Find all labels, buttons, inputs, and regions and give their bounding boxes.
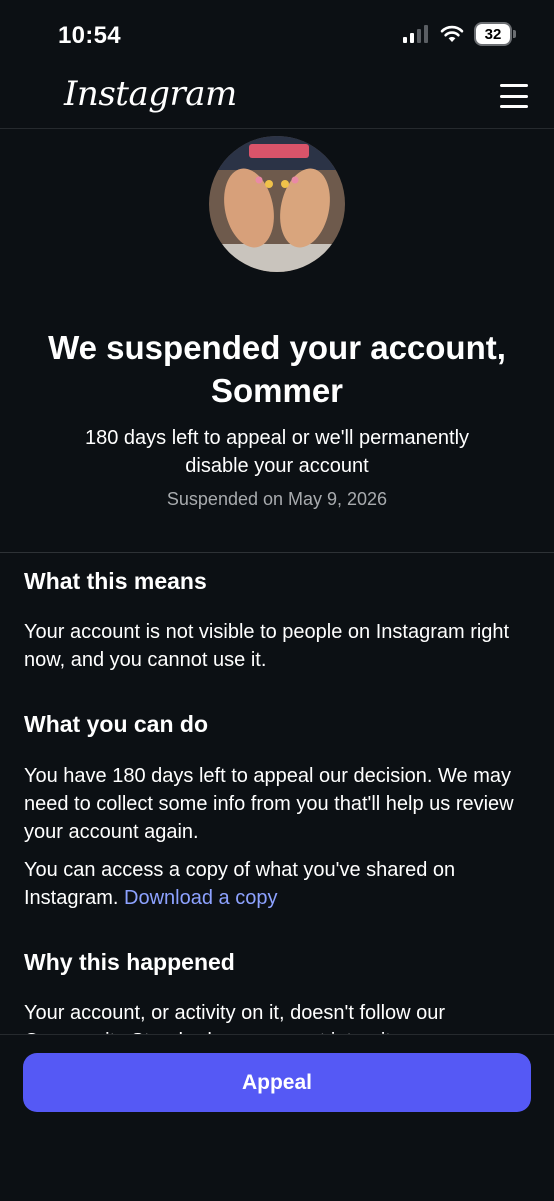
- battery-level: 32: [476, 24, 510, 44]
- appeal-deadline-text: 180 days left to appeal or we'll permane…: [84, 427, 470, 477]
- suspended-date: Suspended on May 9, 2026: [166, 489, 388, 509]
- status-time: 10:54: [58, 22, 121, 49]
- status-bar: 10:54 32: [0, 0, 554, 70]
- appeal-button[interactable]: Appeal: [23, 1053, 531, 1112]
- section-heading-why-this-happened: Why this happened: [24, 949, 235, 975]
- avatar: [209, 136, 345, 272]
- what-you-can-do-text: You have 180 days left to appeal our dec…: [24, 765, 514, 843]
- section-heading-what-this-means: What this means: [24, 568, 207, 594]
- app-header: Instagram: [0, 70, 554, 129]
- access-copy-text: You can access a copy of what you've sha…: [24, 856, 534, 912]
- what-this-means-text: Your account is not visible to people on…: [24, 621, 510, 671]
- footer-bar: Appeal: [0, 1034, 554, 1201]
- details-content[interactable]: What this means Your account is not visi…: [24, 560, 534, 1034]
- why-this-happened-text: Your account, or activity on it, doesn't…: [24, 1002, 446, 1034]
- download-copy-link[interactable]: Download a copy: [124, 887, 277, 909]
- cellular-signal-icon: [403, 25, 428, 43]
- instagram-logo[interactable]: Instagram: [64, 74, 237, 114]
- battery-icon: 32: [476, 24, 516, 44]
- section-heading-what-you-can-do: What you can do: [24, 711, 208, 737]
- status-icons: 32: [403, 24, 516, 44]
- page-title: We suspended your account, Sommer: [48, 329, 506, 409]
- wifi-icon: [440, 25, 464, 42]
- divider: [0, 552, 554, 553]
- hamburger-menu-icon[interactable]: [500, 84, 528, 108]
